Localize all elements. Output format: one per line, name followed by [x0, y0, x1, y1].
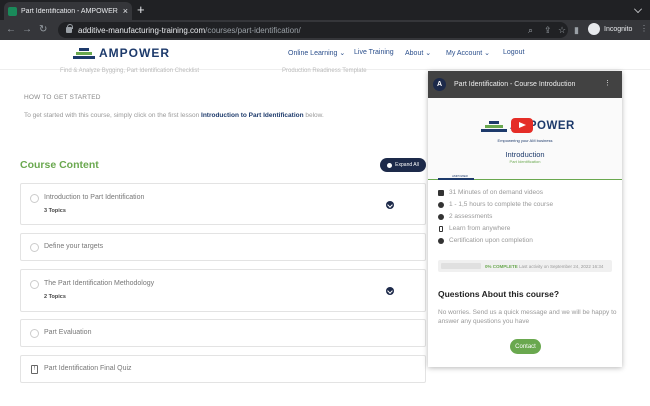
progress-status: 0% COMPLETE Last activity on September 2…: [485, 264, 603, 269]
logo-text: AMPOWER: [99, 46, 170, 60]
video-subheading: Part Identification: [509, 159, 541, 164]
site-logo[interactable]: AMPOWER: [73, 46, 170, 60]
forward-arrow-icon[interactable]: →: [22, 22, 32, 38]
clock-icon: [438, 201, 444, 208]
progress-track: [441, 263, 481, 269]
howto-text: To get started with this course, simply …: [24, 112, 324, 119]
video-title[interactable]: Part Identification - Course Introductio…: [454, 81, 575, 88]
ampower-logo-icon: [481, 120, 507, 132]
lesson-item-introduction[interactable]: Introduction to Part Identification 3 To…: [20, 183, 426, 225]
nav-online-learning[interactable]: Online Learning ⌄: [288, 49, 345, 57]
lesson-title: Part Evaluation: [44, 329, 92, 336]
course-sidebar-card: A Part Identification - Course Introduct…: [428, 71, 622, 367]
video-tab-strip: AMPOWER: [428, 171, 622, 180]
question-icon: [438, 213, 444, 220]
lesson-status-circle-icon: [30, 280, 39, 289]
questions-text: No worries. Send us a quick message and …: [438, 309, 617, 325]
lesson-title: Introduction to Part Identification: [44, 194, 145, 201]
site-favicon-icon: [8, 6, 17, 16]
ampower-logo-icon: [73, 47, 95, 59]
video-menu-icon[interactable]: ⋮: [604, 80, 611, 87]
browser-tab-bar: Part Identification - AMPOWER × +: [0, 0, 650, 20]
howto-heading: HOW TO GET STARTED: [24, 94, 101, 101]
address-bar[interactable]: additive-manufacturing-training.com /cou…: [58, 22, 568, 38]
share-icon[interactable]: ⇪: [544, 24, 552, 36]
mobile-icon: [439, 225, 443, 232]
lock-icon: [66, 24, 73, 33]
lesson-item-methodology[interactable]: The Part Identification Methodology 2 To…: [20, 269, 426, 312]
lesson-item-part-evaluation[interactable]: Part Evaluation: [20, 319, 426, 347]
expand-lesson-chevron-icon[interactable]: [386, 287, 394, 295]
progress-percent: 0% COMPLETE: [485, 263, 518, 269]
side-panel-icon[interactable]: ▮: [574, 24, 579, 36]
search-icon[interactable]: ⌕: [528, 24, 533, 36]
feature-videos: 31 Minutes of on demand videos: [438, 189, 543, 196]
lesson-topics-count: 3 Topics: [44, 208, 66, 214]
feature-certification: Certification upon completion: [438, 237, 533, 244]
feature-learn-anywhere: Learn from anywhere: [438, 225, 510, 232]
incognito-label: Incognito: [604, 25, 633, 33]
back-arrow-icon[interactable]: ←: [6, 22, 16, 38]
course-progress-bar: 0% COMPLETE Last activity on September 2…: [438, 260, 612, 272]
certificate-icon: [438, 237, 444, 244]
browser-menu-icon[interactable]: ⋮: [640, 25, 648, 33]
lesson-status-circle-icon: [30, 243, 39, 252]
lesson-topics-count: 2 Topics: [44, 294, 66, 300]
reload-icon[interactable]: ↻: [39, 22, 47, 38]
lesson-title: Part Identification Final Quiz: [44, 365, 132, 372]
url-path: /courses/part-identification/: [205, 25, 301, 35]
nav-logout[interactable]: Logout: [503, 49, 524, 56]
browser-toolbar: ← → ↻ additive-manufacturing-training.co…: [0, 20, 650, 40]
course-content-title: Course Content: [20, 159, 99, 171]
close-tab-icon[interactable]: ×: [123, 6, 128, 16]
video-tagline: Empowering your AM business: [497, 138, 553, 143]
expand-lesson-chevron-icon[interactable]: [386, 201, 394, 209]
incognito-icon: [588, 23, 600, 35]
tab-search-chevron-icon[interactable]: [634, 5, 642, 13]
lesson-title: The Part Identification Methodology: [44, 280, 155, 287]
video-title-bar: A Part Identification - Course Introduct…: [428, 71, 622, 98]
lesson-status-circle-icon: [30, 194, 39, 203]
bookmark-star-icon[interactable]: ☆: [558, 24, 566, 36]
lesson-status-circle-icon: [30, 329, 39, 338]
video-intro-heading: Introduction: [505, 150, 545, 159]
tab-title: Part Identification - AMPOWER: [21, 7, 118, 15]
browser-tab[interactable]: Part Identification - AMPOWER ×: [4, 2, 132, 20]
nav-my-account[interactable]: My Account ⌄: [446, 49, 490, 57]
first-lesson-link[interactable]: Introduction to Part Identification: [201, 112, 304, 119]
intro-video[interactable]: A Part Identification - Course Introduct…: [428, 71, 622, 180]
lesson-item-final-quiz[interactable]: ! Part Identification Final Quiz: [20, 355, 426, 383]
nav-about[interactable]: About ⌄: [405, 49, 431, 57]
lesson-title: Define your targets: [44, 243, 104, 250]
incognito-profile[interactable]: Incognito: [588, 23, 632, 35]
url-host: additive-manufacturing-training.com: [78, 25, 206, 35]
last-activity: Last activity on September 24, 2022 16:3…: [519, 263, 604, 269]
lesson-item-define-targets[interactable]: Define your targets: [20, 233, 426, 261]
channel-avatar[interactable]: A: [433, 78, 446, 91]
new-tab-icon[interactable]: +: [137, 3, 145, 17]
feature-duration: 1 - 1,5 hours to complete the course: [438, 201, 553, 208]
expand-chevron-icon: [387, 162, 393, 168]
expand-all-button[interactable]: Expand All: [380, 158, 426, 172]
video-tab-label: AMPOWER: [452, 174, 468, 178]
faded-text-left: Find & Analyze Bygging, Part Identificat…: [60, 68, 200, 74]
questions-title: Questions About this course?: [438, 289, 560, 299]
quiz-icon: !: [31, 365, 38, 374]
video-icon: [438, 189, 444, 196]
faded-text-right: Production Readiness Template: [282, 68, 367, 74]
play-button-icon[interactable]: [511, 118, 533, 133]
contact-button[interactable]: Contact: [510, 339, 541, 354]
feature-assessments: 2 assessments: [438, 213, 492, 220]
nav-live-training[interactable]: Live Training: [354, 49, 394, 56]
